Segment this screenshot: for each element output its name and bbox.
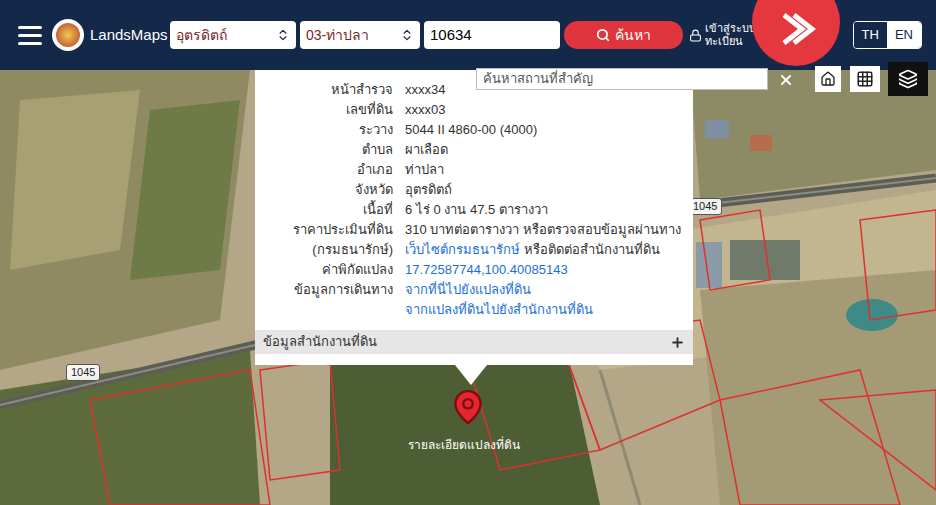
app: LandsMapsอุตรดิตถ์03-ท่าปลา10634ค้นหาเข้… <box>0 0 936 505</box>
menu-icon[interactable] <box>18 26 44 45</box>
info-row: ข้อมูลการเดินทางจากที่นี่ไปยังแปลงที่ดิน… <box>255 280 693 320</box>
info-row: ระวาง5044 II 4860-00 (4000) <box>255 120 693 140</box>
chevron-icon <box>276 28 290 42</box>
login[interactable]: เข้าสู่ระบบทะเบียน <box>689 22 756 48</box>
info-row: เนื้อที่6 ไร่ 0 งาน 47.5 ตารางวา <box>255 200 693 220</box>
info-row: ตำบลผาเลือด <box>255 140 693 160</box>
info-row: ค่าพิกัดแปลง17.72587744,100.40085143 <box>255 260 693 280</box>
map[interactable]: 10451045หน้าสำรวจxxxx34เลขที่ดินxxxx03ระ… <box>0 70 936 505</box>
info-value: ผาเลือด <box>405 142 448 157</box>
info-row: (กรมธนารักษ์)เว็บไซต์กรมธนารักษ์ หรือติด… <box>255 240 693 260</box>
popup-pointer-icon <box>455 365 487 385</box>
language-toggle: THEN <box>853 21 922 49</box>
road-label: 1045 <box>66 364 100 381</box>
info-value: 6 ไร่ 0 งาน 47.5 ตารางวา <box>405 202 548 217</box>
lock-icon <box>689 29 702 42</box>
plus-icon <box>670 335 685 350</box>
info-value: xxxx03 <box>405 102 445 117</box>
info-link[interactable]: เว็บไซต์กรมธนารักษ์ <box>405 242 520 257</box>
info-link[interactable]: จากแปลงที่ดินไปยังสำนักงานที่ดิน <box>405 302 593 317</box>
info-row: เลขที่ดินxxxx03 <box>255 100 693 120</box>
info-value: หรือติดต่อสำนักงานที่ดิน <box>520 242 660 257</box>
layers-icon[interactable] <box>888 62 928 96</box>
district-select[interactable]: 03-ท่าปลา <box>300 21 420 49</box>
info-value: 310 บาทต่อตารางวา หรือตรวจสอบข้อมูลผ่านท… <box>405 222 681 237</box>
info-row: ราคาประเมินที่ดิน310 บาทต่อตารางวา หรือต… <box>255 220 693 240</box>
chevron-icon <box>400 28 414 42</box>
language-option[interactable]: TH <box>854 22 887 48</box>
search-button[interactable]: ค้นหา <box>564 21 683 49</box>
info-link[interactable]: จากที่นี่ไปยังแปลงที่ดิน <box>405 282 531 297</box>
info-link[interactable]: 17.72587744,100.40085143 <box>405 262 568 277</box>
parcel-pin-icon[interactable] <box>449 388 487 426</box>
info-row: อำเภอท่าปลา <box>255 160 693 180</box>
close-icon[interactable] <box>776 70 796 90</box>
road-label: 1045 <box>688 198 722 215</box>
search-icon <box>596 28 610 42</box>
watermark-icon <box>752 0 840 66</box>
home-icon[interactable] <box>815 66 841 92</box>
pin-label: รายละเอียดแปลงที่ดิน <box>408 436 520 454</box>
info-value: อุตรดิตถ์ <box>405 182 452 197</box>
brand: LandsMaps <box>90 24 168 47</box>
info-value: ท่าปลา <box>405 162 444 177</box>
parcel-popup: หน้าสำรวจxxxx34เลขที่ดินxxxx03ระวาง5044 … <box>255 70 693 365</box>
grid-icon[interactable] <box>850 66 880 92</box>
language-option[interactable]: EN <box>887 22 921 48</box>
info-value: xxxx34 <box>405 82 445 97</box>
info-row: จังหวัดอุตรดิตถ์ <box>255 180 693 200</box>
top-bar: LandsMapsอุตรดิตถ์03-ท่าปลา10634ค้นหาเข้… <box>0 0 936 70</box>
logo-icon <box>52 19 84 51</box>
province-select[interactable]: อุตรดิตถ์ <box>170 21 296 49</box>
parcel-input[interactable]: 10634 <box>424 21 560 49</box>
info-value: 5044 II 4860-00 (4000) <box>405 122 537 137</box>
map-search[interactable]: ค้นหาสถานที่สำคัญ <box>476 68 768 90</box>
office-accordion[interactable]: ข้อมูลสำนักงานที่ดิน <box>255 330 693 354</box>
